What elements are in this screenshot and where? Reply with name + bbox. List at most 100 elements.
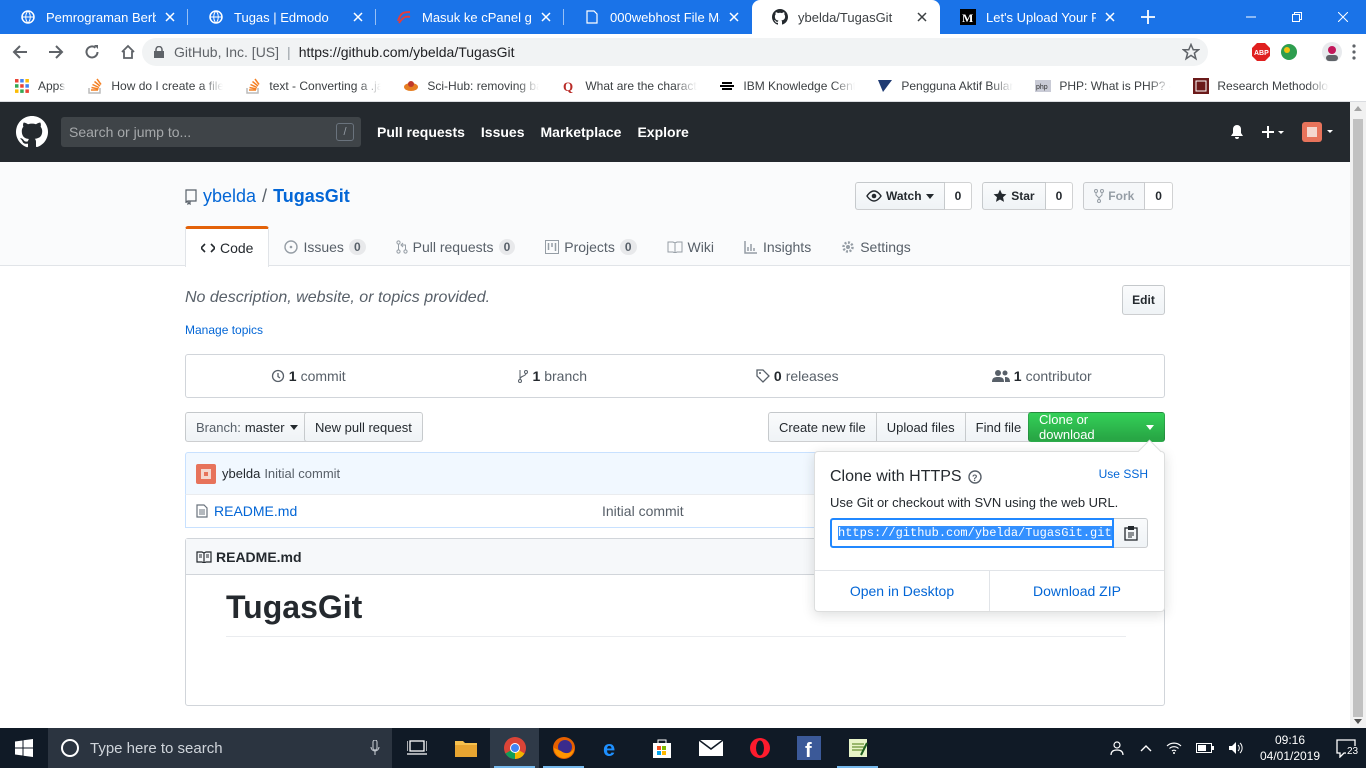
tab-issues[interactable]: Issues 0 bbox=[269, 226, 380, 267]
branch-select-button[interactable]: Branch: master bbox=[185, 412, 309, 442]
watch-count[interactable]: 0 bbox=[944, 182, 973, 210]
scrollbar-thumb[interactable] bbox=[1353, 119, 1363, 717]
edge-icon[interactable]: e bbox=[588, 728, 637, 768]
opera-icon[interactable] bbox=[735, 728, 784, 768]
watch-button[interactable]: Watch bbox=[855, 182, 945, 210]
file-explorer-icon[interactable] bbox=[441, 728, 490, 768]
file-name-link[interactable]: README.md bbox=[214, 503, 602, 519]
notepad-icon[interactable] bbox=[833, 728, 882, 768]
notification-center-icon[interactable]: 23 bbox=[1336, 738, 1360, 758]
windows-start-icon[interactable] bbox=[0, 728, 48, 768]
star-count[interactable]: 0 bbox=[1045, 182, 1074, 210]
tab-code[interactable]: Code bbox=[185, 226, 270, 267]
manage-topics-link[interactable]: Manage topics bbox=[185, 323, 263, 337]
forward-arrow-icon[interactable] bbox=[40, 36, 72, 68]
new-pull-request-button[interactable]: New pull request bbox=[304, 412, 423, 442]
browser-tab-active[interactable]: ybelda/TugasGit bbox=[752, 0, 940, 34]
browser-tab[interactable]: Masuk ke cPanel gratis bbox=[376, 0, 564, 34]
star-button[interactable]: Star bbox=[982, 182, 1046, 210]
firefox-icon[interactable] bbox=[539, 728, 588, 768]
github-search-input[interactable]: Search or jump to... / bbox=[61, 117, 361, 147]
chrome-icon[interactable] bbox=[490, 728, 539, 768]
github-logo-icon[interactable] bbox=[16, 116, 48, 148]
address-bar[interactable]: GitHub, Inc. [US] | https://github.com/y… bbox=[142, 38, 1208, 66]
mail-icon[interactable] bbox=[686, 728, 735, 768]
create-new-file-button[interactable]: Create new file bbox=[768, 412, 877, 442]
bookmark-item[interactable]: How do I create a file bbox=[87, 78, 223, 94]
bookmark-star-icon[interactable] bbox=[1182, 43, 1200, 61]
contributors-count-link[interactable]: 1 contributor bbox=[920, 368, 1165, 384]
bookmark-item[interactable]: IBM Knowledge Cente bbox=[719, 78, 855, 94]
chevron-up-icon[interactable] bbox=[1140, 744, 1152, 752]
reload-icon[interactable] bbox=[76, 36, 108, 68]
back-arrow-icon[interactable] bbox=[4, 36, 36, 68]
scroll-up-arrow-icon[interactable] bbox=[1354, 106, 1362, 111]
close-tab-icon[interactable] bbox=[914, 9, 930, 25]
tab-insights[interactable]: Insights bbox=[729, 226, 826, 267]
upload-files-button[interactable]: Upload files bbox=[875, 412, 966, 442]
edit-description-button[interactable]: Edit bbox=[1122, 285, 1165, 315]
close-tab-icon[interactable] bbox=[1102, 9, 1118, 25]
close-tab-icon[interactable] bbox=[538, 9, 554, 25]
tab-projects[interactable]: Projects 0 bbox=[530, 226, 651, 267]
taskbar-search-box[interactable]: Type here to search bbox=[48, 728, 392, 768]
battery-icon[interactable] bbox=[1196, 743, 1214, 753]
volume-icon[interactable] bbox=[1228, 741, 1244, 755]
scroll-down-arrow-icon[interactable] bbox=[1354, 719, 1362, 724]
close-tab-icon[interactable] bbox=[350, 9, 366, 25]
fork-button[interactable]: Fork bbox=[1083, 182, 1146, 210]
file-commit-message[interactable]: Initial commit bbox=[602, 503, 684, 519]
bookmark-item[interactable]: Q What are the characte bbox=[561, 78, 697, 94]
nav-marketplace[interactable]: Marketplace bbox=[541, 124, 622, 140]
wifi-icon[interactable] bbox=[1166, 742, 1182, 754]
find-file-button[interactable]: Find file bbox=[964, 412, 1033, 442]
store-icon[interactable] bbox=[637, 728, 686, 768]
repo-owner-link[interactable]: ybelda bbox=[203, 186, 256, 207]
extension-globe-icon[interactable] bbox=[1280, 43, 1298, 61]
browser-tab[interactable]: M Let's Upload Your Proje bbox=[940, 0, 1128, 34]
page-scrollbar[interactable] bbox=[1350, 102, 1366, 728]
copy-url-button[interactable] bbox=[1114, 518, 1148, 548]
plus-dropdown-icon[interactable] bbox=[1262, 125, 1284, 139]
profile-avatar-icon[interactable] bbox=[1322, 42, 1342, 62]
bookmark-item[interactable]: php PHP: What is PHP? - M bbox=[1035, 78, 1171, 94]
close-tab-icon[interactable] bbox=[162, 9, 178, 25]
task-view-icon[interactable] bbox=[392, 728, 441, 768]
use-ssh-link[interactable]: Use SSH bbox=[1099, 467, 1148, 481]
bookmark-item[interactable]: text - Converting a .ja bbox=[245, 78, 381, 94]
home-icon[interactable] bbox=[112, 36, 144, 68]
browser-tab[interactable]: Pemrograman Berbasis bbox=[0, 0, 188, 34]
microphone-icon[interactable] bbox=[370, 740, 380, 756]
fork-count[interactable]: 0 bbox=[1145, 182, 1173, 210]
tab-pull-requests[interactable]: Pull requests 0 bbox=[381, 226, 531, 267]
releases-count-link[interactable]: 0 releases bbox=[675, 368, 920, 384]
adblock-plus-icon[interactable]: ABP bbox=[1252, 43, 1270, 61]
clone-url-input[interactable]: https://github.com/ybelda/TugasGit.git bbox=[830, 518, 1114, 548]
browser-tab[interactable]: 000webhost File Manag bbox=[564, 0, 752, 34]
facebook-icon[interactable]: f bbox=[784, 728, 833, 768]
tab-wiki[interactable]: Wiki bbox=[652, 226, 729, 267]
branches-count-link[interactable]: 1 branch bbox=[431, 368, 676, 384]
user-avatar-dropdown[interactable] bbox=[1302, 122, 1334, 142]
new-tab-button[interactable] bbox=[1130, 0, 1166, 34]
clone-or-download-button[interactable]: Clone or download bbox=[1028, 412, 1165, 442]
download-zip-button[interactable]: Download ZIP bbox=[990, 571, 1164, 611]
nav-issues[interactable]: Issues bbox=[481, 124, 525, 140]
close-window-icon[interactable] bbox=[1320, 0, 1366, 34]
browser-tab[interactable]: Tugas | Edmodo bbox=[188, 0, 376, 34]
bell-icon[interactable] bbox=[1230, 124, 1244, 140]
close-tab-icon[interactable] bbox=[726, 9, 742, 25]
nav-explore[interactable]: Explore bbox=[637, 124, 688, 140]
chrome-menu-icon[interactable] bbox=[1352, 44, 1356, 60]
people-tray-icon[interactable] bbox=[1110, 740, 1126, 756]
restore-icon[interactable] bbox=[1274, 0, 1320, 34]
commit-author[interactable]: ybelda bbox=[222, 466, 260, 481]
commits-count-link[interactable]: 1 commit bbox=[186, 368, 431, 384]
bookmark-item[interactable]: Pengguna Aktif Bulan bbox=[877, 78, 1013, 94]
open-in-desktop-button[interactable]: Open in Desktop bbox=[815, 571, 990, 611]
bookmark-item[interactable]: Sci-Hub: removing ba bbox=[403, 78, 539, 94]
commit-message[interactable]: Initial commit bbox=[264, 466, 340, 481]
tab-settings[interactable]: Settings bbox=[826, 226, 926, 267]
avatar[interactable] bbox=[196, 463, 216, 484]
bookmark-apps[interactable]: Apps bbox=[14, 78, 65, 94]
